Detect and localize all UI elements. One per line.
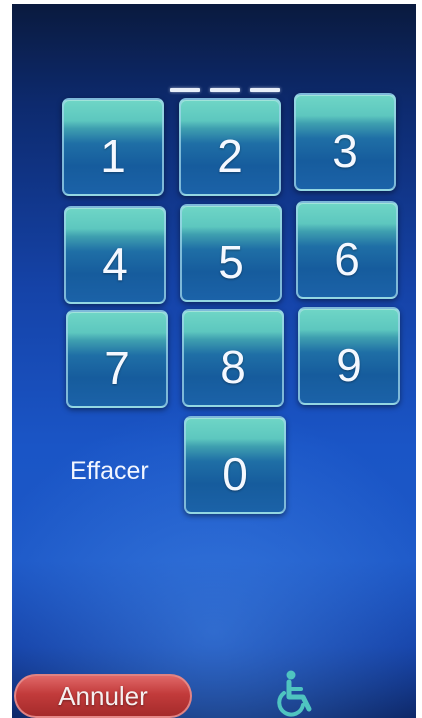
key-label: 1	[100, 130, 126, 182]
key-0[interactable]: 0	[184, 416, 286, 514]
key-3[interactable]: 3	[294, 93, 396, 191]
key-2[interactable]: 2	[179, 98, 281, 196]
cancel-button[interactable]: Annuler	[14, 674, 192, 718]
wheelchair-icon-graphic	[277, 670, 312, 717]
key-9[interactable]: 9	[298, 307, 400, 405]
key-7[interactable]: 7	[66, 310, 168, 408]
clear-button[interactable]: Effacer	[70, 457, 149, 486]
key-1[interactable]: 1	[62, 98, 164, 196]
key-label: 7	[104, 342, 130, 394]
pin-slot	[210, 88, 240, 92]
key-5[interactable]: 5	[180, 204, 282, 302]
key-8[interactable]: 8	[182, 309, 284, 407]
key-4[interactable]: 4	[64, 206, 166, 304]
key-label: 2	[217, 130, 243, 182]
pin-slot	[170, 88, 200, 92]
pin-slot	[250, 88, 280, 92]
key-label: 4	[102, 238, 128, 290]
cancel-label: Annuler	[58, 680, 148, 711]
key-label: 8	[220, 341, 246, 393]
key-label: 5	[218, 236, 244, 288]
key-label: 9	[336, 339, 362, 391]
key-6[interactable]: 6	[296, 201, 398, 299]
key-label: 3	[332, 125, 358, 177]
screen: 1 2 3 4 5 6 7 8 9 0 Effacer Annuler	[12, 4, 416, 718]
key-label: 0	[222, 448, 248, 500]
key-label: 6	[334, 233, 360, 285]
wheelchair-icon[interactable]	[274, 669, 322, 717]
